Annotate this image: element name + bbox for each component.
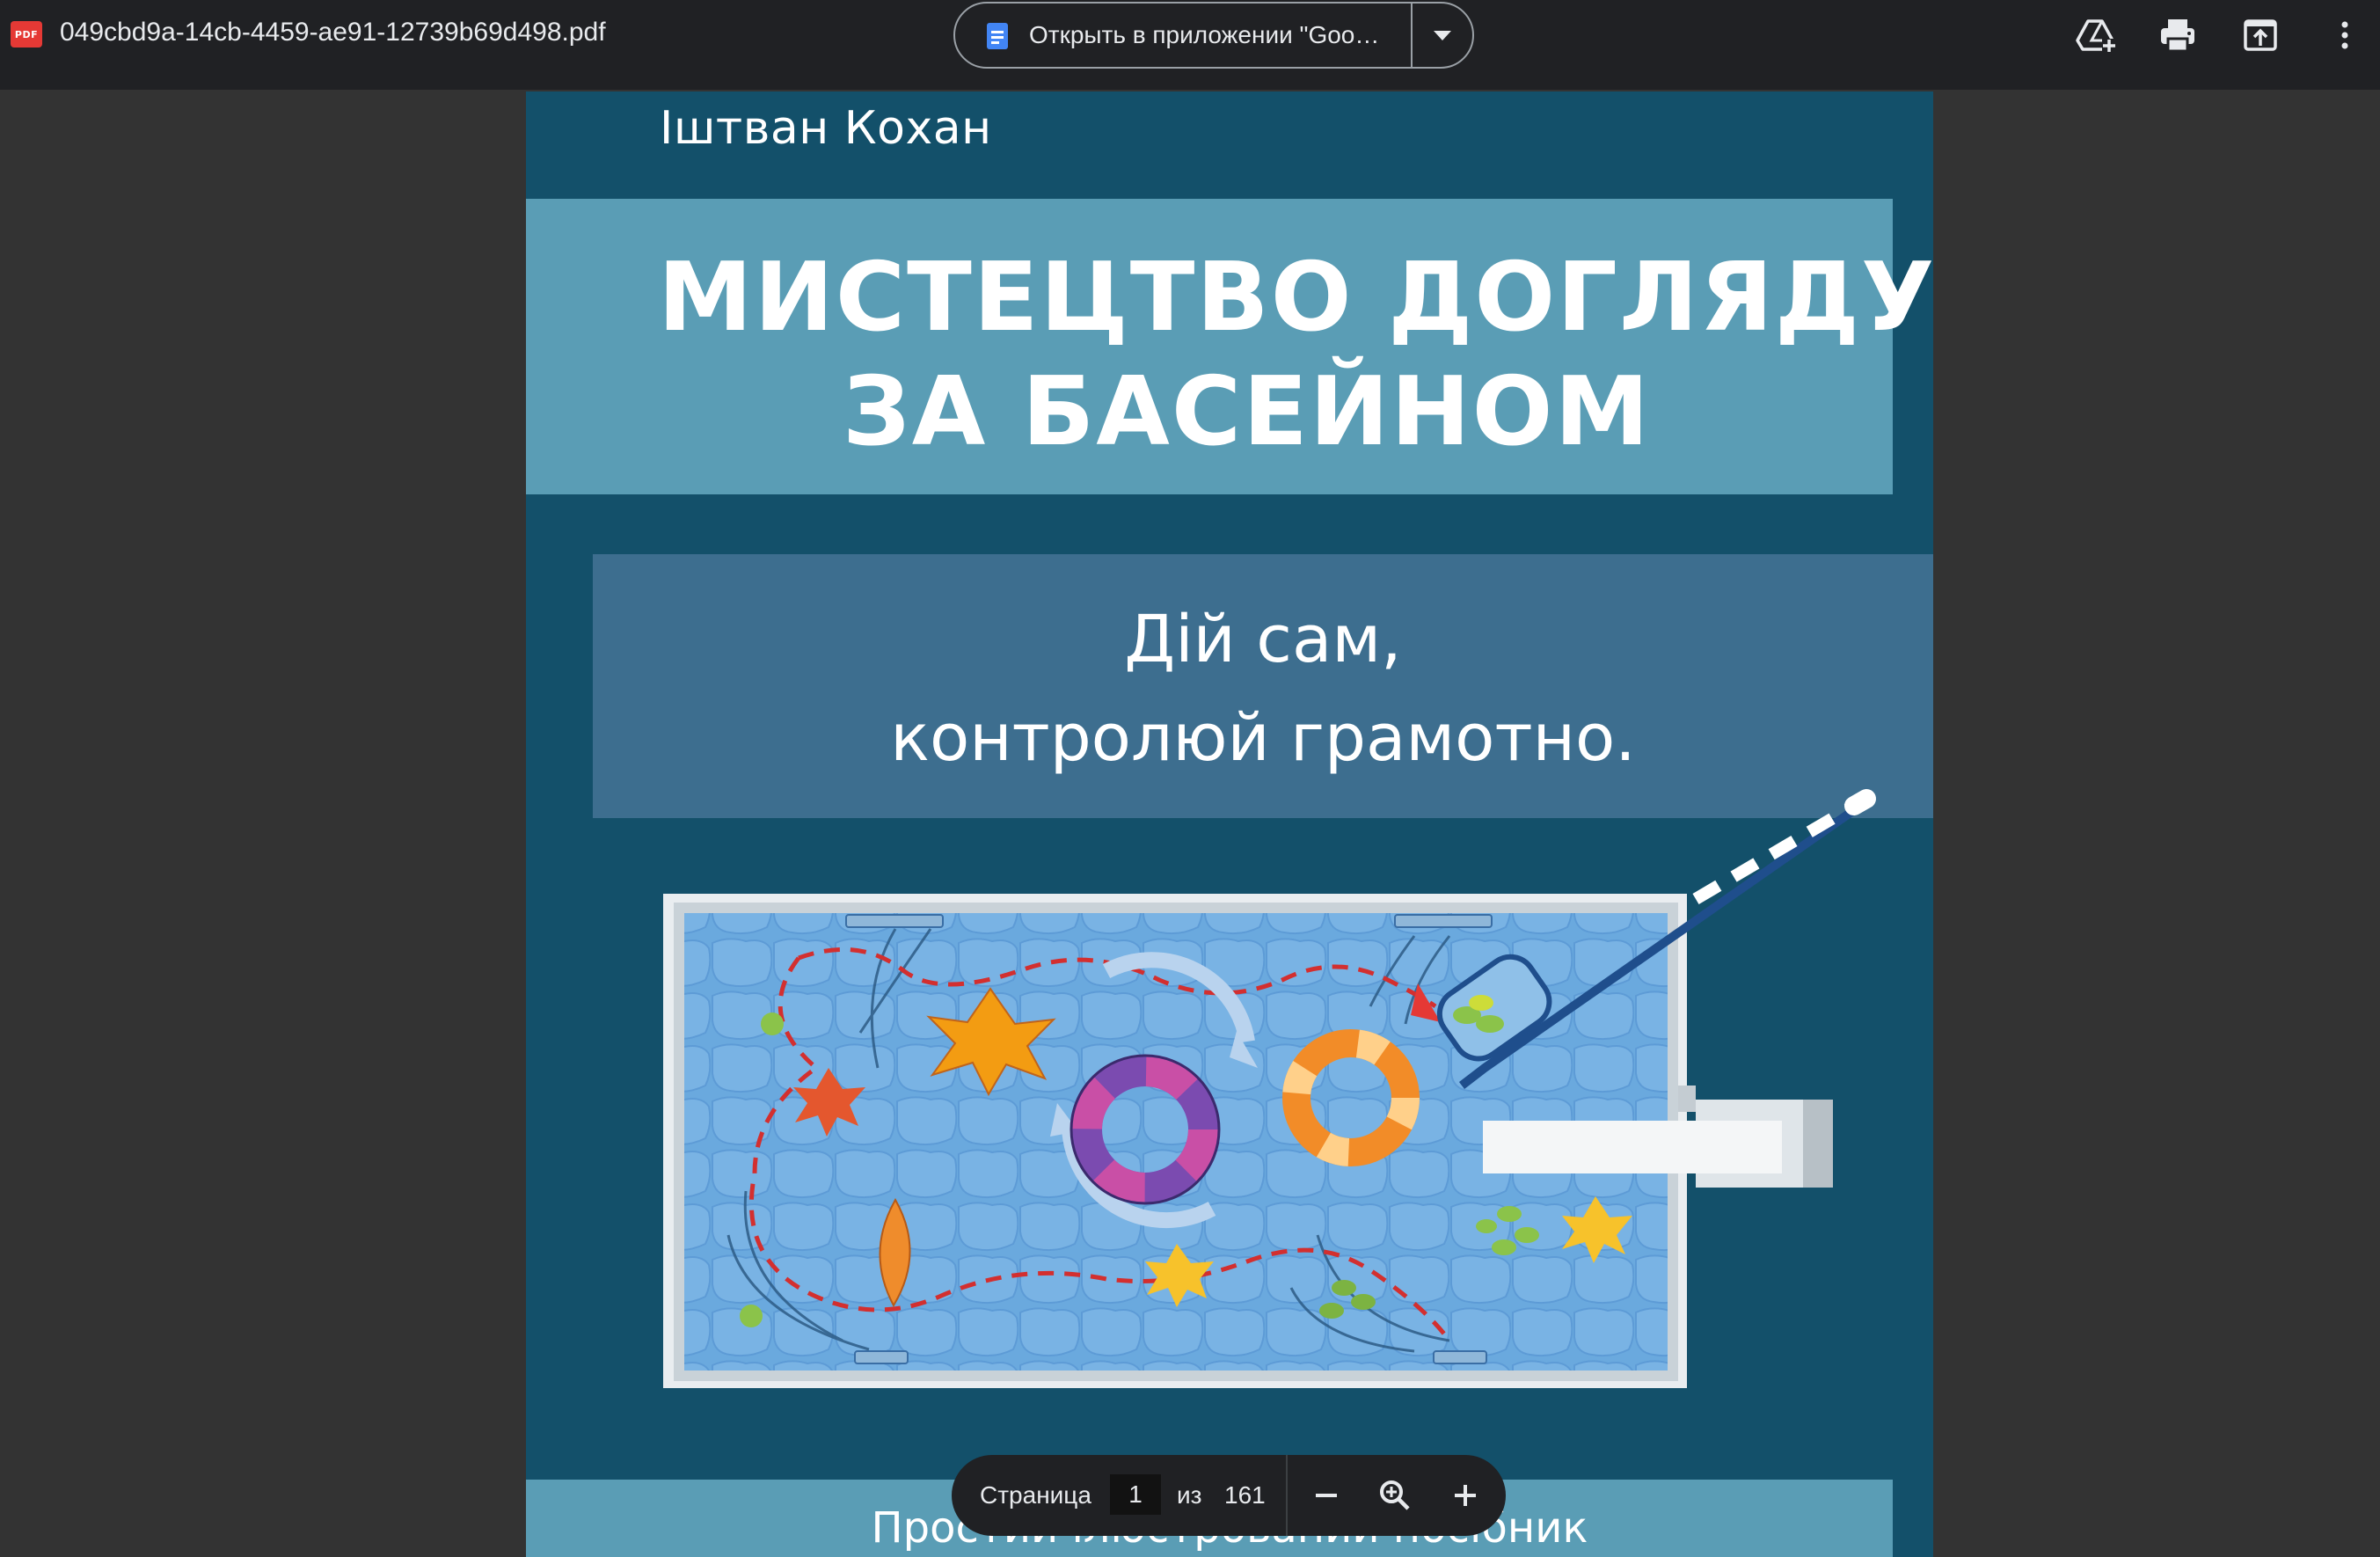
pdf-viewer-toolbar: PDF 049cbd9a-14cb-4459-ae91-12739b69d498…: [0, 0, 2380, 90]
skimmer-icon: [1394, 914, 1493, 928]
zoom-in-icon[interactable]: [1442, 1473, 1488, 1518]
file-name: 049cbd9a-14cb-4459-ae91-12739b69d498.pdf: [60, 18, 606, 47]
drain-icon: [1433, 1350, 1487, 1364]
skimmer-icon: [845, 914, 944, 928]
of-label: из: [1177, 1481, 1202, 1509]
open-with-app-split-button: Открыть в приложении "Goo…: [953, 2, 1474, 69]
page-navigation-bar: Страница из 161: [952, 1455, 1506, 1536]
open-with-dropdown-button[interactable]: [1413, 4, 1472, 67]
total-pages: 161: [1224, 1481, 1266, 1509]
open-in-new-icon[interactable]: [2238, 12, 2283, 58]
zoom-out-icon[interactable]: [1303, 1473, 1349, 1518]
drain-icon: [854, 1350, 909, 1364]
google-docs-icon: [987, 23, 1008, 49]
page-label: Страница: [980, 1481, 1091, 1509]
open-in-app-label: Открыть в приложении "Goo…: [1029, 21, 1380, 48]
page-number-input[interactable]: [1110, 1474, 1161, 1515]
add-to-drive-icon[interactable]: [2072, 12, 2118, 58]
zoom-fit-icon[interactable]: [1372, 1473, 1418, 1518]
more-vert-icon[interactable]: [2322, 12, 2368, 58]
pdf-page: Іштван Кохан МИСТЕЦТВО ДОГЛЯДУ ЗА БАСЕЙН…: [526, 91, 1933, 1557]
pool-illustration: [663, 789, 1876, 1388]
nav-divider: [1286, 1455, 1288, 1536]
open-in-google-docs-button[interactable]: Открыть в приложении "Goo…: [955, 4, 1411, 67]
print-icon[interactable]: [2155, 12, 2201, 58]
pdf-file-icon: PDF: [11, 21, 42, 48]
